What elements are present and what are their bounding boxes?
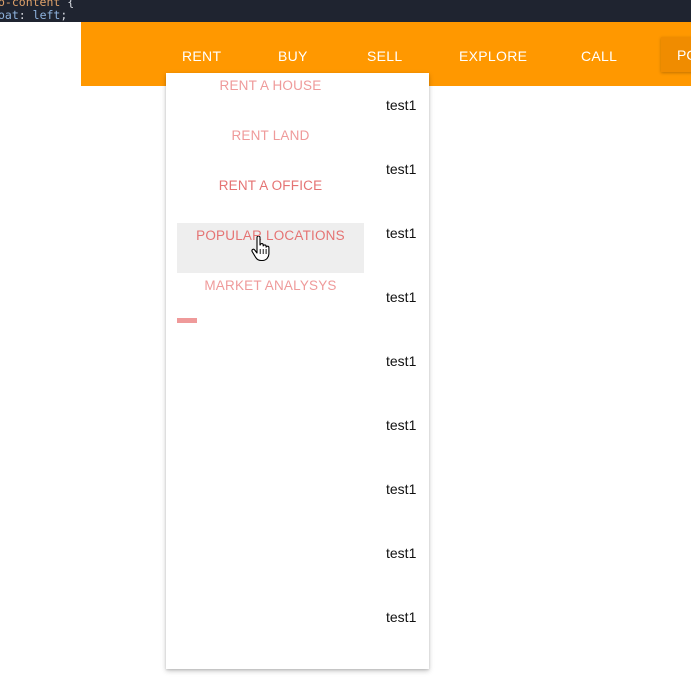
code-property: oat xyxy=(0,8,19,22)
side-item-test1[interactable]: test1 xyxy=(386,289,416,305)
rent-dropdown-menu: RENT A HOUSE RENT LAND RENT A OFFICE POP… xyxy=(166,73,429,669)
side-item-test1[interactable]: test1 xyxy=(386,225,416,241)
dropdown-item-rent-a-house[interactable]: RENT A HOUSE xyxy=(177,73,364,123)
code-line-2: oat: left; xyxy=(0,8,68,22)
code-line-1: o-content { xyxy=(0,0,74,8)
dropdown-item-rent-land[interactable]: RENT LAND xyxy=(177,123,364,173)
nav-highlight-button[interactable]: PO xyxy=(661,37,691,72)
dropdown-item-label: RENT A OFFICE xyxy=(218,178,323,193)
side-item-test1[interactable]: test1 xyxy=(386,609,416,625)
code-separator: : xyxy=(18,8,33,22)
dropdown-small-bar xyxy=(177,318,197,323)
side-item-test1[interactable]: test1 xyxy=(386,97,416,113)
left-white-gap xyxy=(0,22,81,86)
nav-item-call[interactable]: CALL xyxy=(581,22,617,86)
dropdown-item-label: RENT LAND xyxy=(231,128,310,143)
code-semicolon: ; xyxy=(60,8,68,22)
page: o-content { oat: left; RENT BUY SELL EXP… xyxy=(0,0,691,689)
dropdown-item-market-analysys[interactable]: MARKET ANALYSYS xyxy=(177,273,364,323)
dropdown-item-label: RENT A HOUSE xyxy=(219,78,322,93)
side-item-test1[interactable]: test1 xyxy=(386,417,416,433)
nav-item-explore[interactable]: EXPLORE xyxy=(459,22,527,86)
side-item-test1[interactable]: test1 xyxy=(386,161,416,177)
side-item-test1[interactable]: test1 xyxy=(386,545,416,561)
dropdown-item-rent-a-office[interactable]: RENT A OFFICE xyxy=(177,173,364,223)
code-value: left xyxy=(32,8,61,22)
side-item-test1[interactable]: test1 xyxy=(386,353,416,369)
side-item-test1[interactable]: test1 xyxy=(386,481,416,497)
dropdown-item-label: MARKET ANALYSYS xyxy=(204,278,337,293)
hand-pointer-icon xyxy=(251,236,270,262)
code-editor-strip: o-content { oat: left; xyxy=(0,0,691,22)
